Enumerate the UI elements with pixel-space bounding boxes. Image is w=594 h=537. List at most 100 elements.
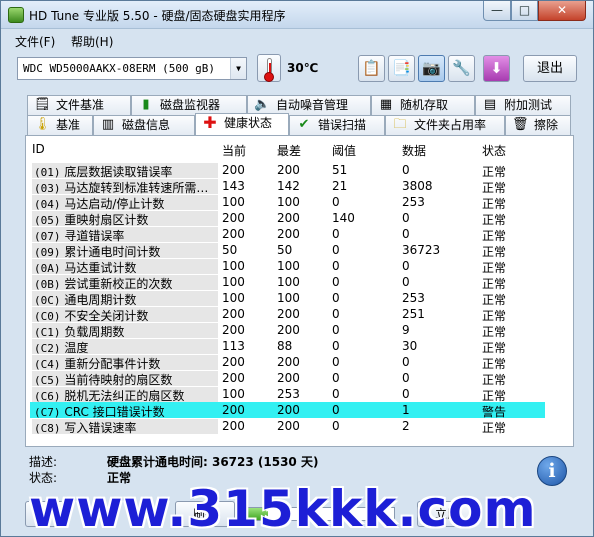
attribute-name: 寻道错误率 bbox=[64, 229, 125, 242]
row-id: (03) 马达旋转到标准转速所需… bbox=[32, 179, 218, 194]
row-id: (01) 底层数据读取错误率 bbox=[32, 163, 218, 178]
copy-text-icon: 📋 bbox=[362, 59, 381, 77]
thermometer-icon: 🌡 bbox=[34, 117, 51, 132]
health-cross-icon: ✚ bbox=[203, 113, 217, 132]
cell-current: 200 bbox=[222, 211, 245, 225]
table-row[interactable]: (0B) 尝试重新校正的次数 100 100 0 0 正常 bbox=[30, 274, 545, 291]
attribute-name: 尝试重新校正的次数 bbox=[64, 277, 173, 290]
table-row[interactable]: (C4) 重新分配事件计数 200 200 0 0 正常 bbox=[30, 354, 545, 371]
tab-aam[interactable]: 🔈 自动噪音管理 bbox=[247, 95, 371, 115]
table-row[interactable]: (C8) 写入错误速率 200 200 0 2 正常 bbox=[30, 418, 545, 435]
tab-random-access-label: 随机存取 bbox=[400, 98, 449, 112]
cell-threshold: 0 bbox=[332, 259, 340, 273]
attribute-name: 重新分配事件计数 bbox=[64, 357, 161, 370]
cell-current: 100 bbox=[222, 291, 245, 305]
exit-button[interactable]: 退出 bbox=[523, 55, 577, 82]
attribute-name: 温度 bbox=[64, 341, 89, 354]
title-bar: HD Tune 专业版 5.50 - 硬盘/固态硬盘实用程序 — □ ✕ bbox=[1, 1, 593, 29]
table-row[interactable]: (C7) CRC 接口错误计数 200 200 0 1 警告 bbox=[30, 402, 545, 419]
attribute-code: (C7) bbox=[34, 406, 61, 418]
cell-worst: 100 bbox=[277, 275, 300, 289]
tab-file-benchmark[interactable]: 🗒 文件基准 bbox=[27, 95, 131, 115]
cell-data: 0 bbox=[402, 211, 410, 225]
cell-data: 30 bbox=[402, 339, 418, 353]
table-row[interactable]: (0A) 马达重试计数 100 100 0 0 正常 bbox=[30, 258, 545, 275]
chevron-down-icon[interactable]: ▼ bbox=[230, 58, 246, 79]
col-worst[interactable]: 最差 bbox=[277, 142, 301, 159]
cell-worst: 50 bbox=[277, 243, 293, 257]
cell-threshold: 0 bbox=[332, 243, 340, 257]
table-row[interactable]: (07) 寻道错误率 200 200 0 0 正常 bbox=[30, 226, 545, 243]
tab-health-label: 健康状态 bbox=[224, 116, 273, 130]
col-threshold[interactable]: 阈值 bbox=[332, 142, 356, 159]
table-row[interactable]: (C2) 温度 113 88 0 30 正常 bbox=[30, 338, 545, 355]
cell-threshold: 0 bbox=[332, 339, 340, 353]
tab-erase[interactable]: 🗑 擦除 bbox=[505, 115, 571, 135]
cell-data: 251 bbox=[402, 307, 425, 321]
attribute-name: 马达重试计数 bbox=[64, 261, 137, 274]
table-row[interactable]: (C5) 当前待映射的扇区数 200 200 0 0 正常 bbox=[30, 370, 545, 387]
close-button[interactable]: ✕ bbox=[538, 1, 586, 21]
tab-random-access[interactable]: ▦ 随机存取 bbox=[371, 95, 475, 115]
screenshot-button[interactable]: 📷 bbox=[418, 55, 445, 82]
cell-data: 1 bbox=[402, 403, 410, 417]
save-button[interactable]: ⬇ bbox=[483, 55, 510, 82]
attribute-code: (0C) bbox=[34, 294, 61, 306]
attribute-code: (03) bbox=[34, 182, 61, 194]
copy-text-button[interactable]: 📋 bbox=[358, 55, 385, 82]
tab-disk-monitor[interactable]: ▮ 磁盘监视器 bbox=[131, 95, 247, 115]
cell-worst: 200 bbox=[277, 211, 300, 225]
tab-error-scan[interactable]: ✔ 错误扫描 bbox=[289, 115, 385, 135]
cell-worst: 200 bbox=[277, 227, 300, 241]
random-access-icon: ▦ bbox=[379, 97, 393, 112]
attribute-code: (C0) bbox=[34, 310, 61, 322]
cell-data: 9 bbox=[402, 323, 410, 337]
tab-disk-info[interactable]: ▥ 磁盘信息 bbox=[93, 115, 195, 135]
menu-help[interactable]: 帮助(H) bbox=[71, 33, 113, 50]
attribute-name: 脱机无法纠正的扇区数 bbox=[64, 389, 185, 402]
table-row[interactable]: (09) 累计通电时间计数 50 50 0 36723 正常 bbox=[30, 242, 545, 259]
tab-extra-tests-label: 附加测试 bbox=[504, 98, 553, 112]
settings-button[interactable]: 🔧 bbox=[448, 55, 475, 82]
cell-worst: 253 bbox=[277, 387, 300, 401]
table-row[interactable]: (01) 底层数据读取错误率 200 200 51 0 正常 bbox=[30, 162, 545, 179]
attribute-code: (C5) bbox=[34, 374, 61, 386]
cell-worst: 200 bbox=[277, 371, 300, 385]
copy-screenshot-button[interactable]: 📑 bbox=[388, 55, 415, 82]
table-row[interactable]: (C6) 脱机无法纠正的扇区数 100 253 0 0 正常 bbox=[30, 386, 545, 403]
col-current[interactable]: 当前 bbox=[222, 142, 246, 159]
table-row[interactable]: (03) 马达旋转到标准转速所需… 143 142 21 3808 正常 bbox=[30, 178, 545, 195]
tab-folder-usage[interactable]: 🗀 文件夹占用率 bbox=[385, 115, 505, 135]
drive-select-value: WDC WD5000AAKX-08ERM (500 gB) bbox=[23, 62, 216, 75]
cell-threshold: 0 bbox=[332, 323, 340, 337]
tab-extra-tests[interactable]: ▤ 附加测试 bbox=[475, 95, 571, 115]
minimize-button[interactable]: — bbox=[483, 1, 511, 21]
cell-current: 113 bbox=[222, 339, 245, 353]
attribute-code: (C4) bbox=[34, 358, 61, 370]
watermark: www.315kkk.com bbox=[29, 480, 537, 537]
menu-file[interactable]: 文件(F) bbox=[15, 33, 55, 50]
tab-error-scan-label: 错误扫描 bbox=[318, 118, 367, 132]
tab-benchmark[interactable]: 🌡 基准 bbox=[27, 115, 93, 135]
cell-current: 100 bbox=[222, 387, 245, 401]
cell-current: 200 bbox=[222, 355, 245, 369]
table-row[interactable]: (05) 重映射扇区计数 200 200 140 0 正常 bbox=[30, 210, 545, 227]
tab-health[interactable]: ✚ 健康状态 bbox=[195, 113, 289, 135]
cell-threshold: 51 bbox=[332, 163, 348, 177]
row-id: (C2) 温度 bbox=[32, 339, 218, 354]
col-status[interactable]: 状态 bbox=[482, 142, 506, 159]
table-row[interactable]: (C0) 不安全关闭计数 200 200 0 251 正常 bbox=[30, 306, 545, 323]
cell-current: 200 bbox=[222, 307, 245, 321]
drive-select[interactable]: WDC WD5000AAKX-08ERM (500 gB) ▼ bbox=[17, 57, 247, 80]
cell-threshold: 0 bbox=[332, 371, 340, 385]
copy-screenshot-icon: 📑 bbox=[392, 59, 411, 77]
table-row[interactable]: (0C) 通电周期计数 100 100 0 253 正常 bbox=[30, 290, 545, 307]
col-id[interactable]: ID bbox=[32, 142, 45, 156]
attribute-code: (05) bbox=[34, 214, 61, 226]
table-row[interactable]: (C1) 负载周期数 200 200 0 9 正常 bbox=[30, 322, 545, 339]
row-id: (C4) 重新分配事件计数 bbox=[32, 355, 218, 370]
smart-table[interactable]: ID 当前 最差 阈值 数据 状态 (01) 底层数据读取错误率 200 200 51… bbox=[26, 136, 573, 446]
table-row[interactable]: (04) 马达启动/停止计数 100 100 0 253 正常 bbox=[30, 194, 545, 211]
maximize-button[interactable]: □ bbox=[511, 1, 538, 21]
col-data[interactable]: 数据 bbox=[402, 142, 426, 159]
